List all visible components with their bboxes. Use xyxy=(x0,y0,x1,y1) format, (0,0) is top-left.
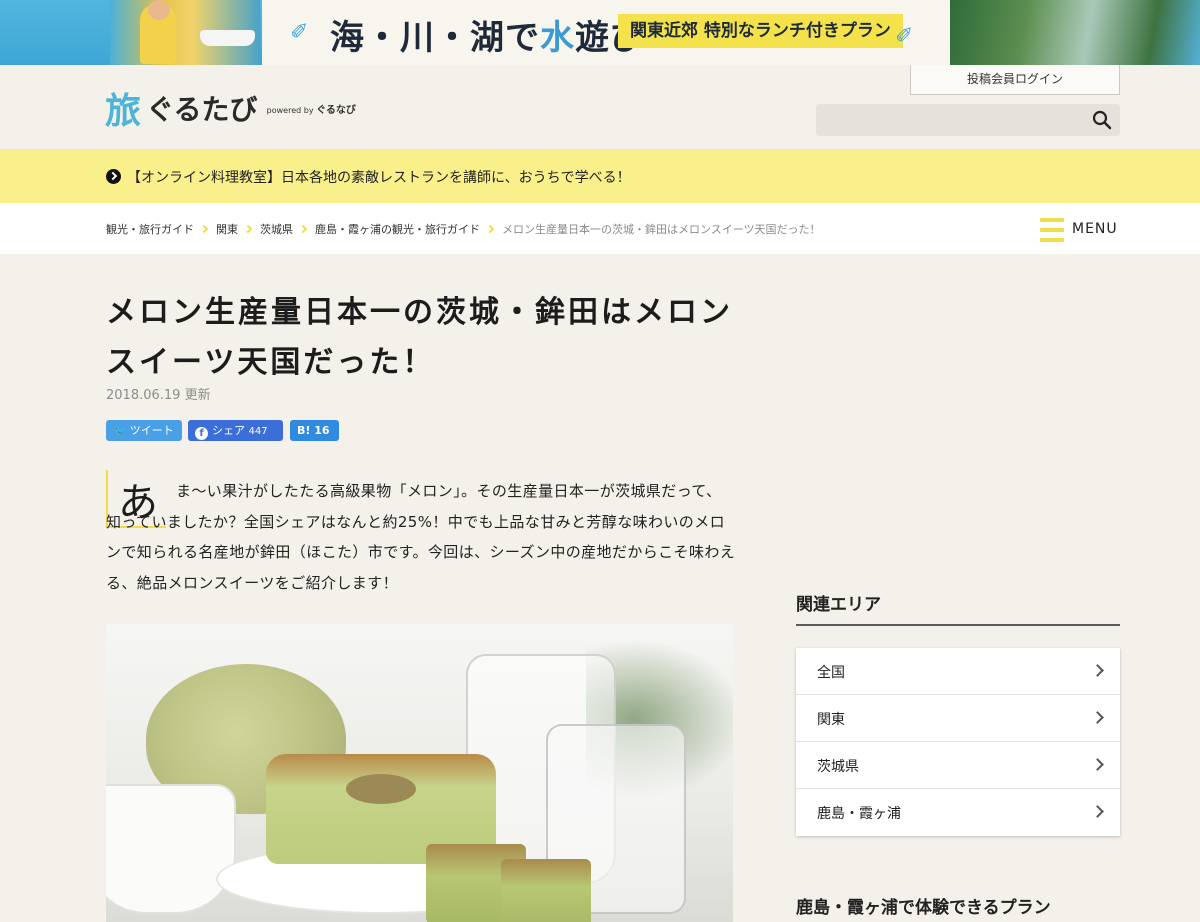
breadcrumb: 観光・旅行ガイド 関東 茨城県 鹿島・霞ヶ浦の観光・旅行ガイド メロン生産量日本一の茨城… xyxy=(106,221,821,237)
logo-powered-by: powered by ぐるなび xyxy=(266,104,356,116)
chevron-right-icon xyxy=(1091,711,1104,724)
fish-icon: ✐ xyxy=(895,24,914,49)
facebook-share-button[interactable]: f シェア 447 xyxy=(188,420,283,441)
area-label: 関東 xyxy=(817,712,845,728)
search-box[interactable] xyxy=(816,104,1120,136)
plans-heading: 鹿島・霞ヶ浦で体験できるプラン xyxy=(796,898,1051,918)
logo-kana: ぐるたび xyxy=(146,93,258,126)
search-input[interactable] xyxy=(826,108,1086,132)
notice-link[interactable]: 【オンライン料理教室】日本各地の素敵レストランを講師に、おうちで学べる！ xyxy=(127,167,631,187)
hatena-bookmark-button[interactable]: B! 16 xyxy=(290,420,339,441)
breadcrumb-item[interactable]: 観光・旅行ガイド xyxy=(106,221,194,237)
chevron-right-icon xyxy=(298,224,308,234)
banner-photo-left xyxy=(110,0,260,65)
search-icon[interactable] xyxy=(1092,110,1112,130)
article-photo xyxy=(106,624,733,922)
site-logo[interactable]: 旅 ぐるたび powered by ぐるなび xyxy=(105,82,356,132)
ad-banner[interactable]: ✐ 海・川・湖で水遊び 関東近郊 特別なランチ付きプラン ✐ xyxy=(0,0,1200,65)
related-area-heading: 関連エリア xyxy=(796,595,881,615)
facebook-icon: f xyxy=(195,427,208,440)
breadcrumb-current: メロン生産量日本一の茨城・鉾田はメロンスイーツ天国だった！ xyxy=(502,223,821,236)
banner-title: 海・川・湖で水遊び xyxy=(330,18,645,58)
logo-kanji: 旅 xyxy=(105,90,142,132)
member-login-button[interactable]: 投稿会員ログイン xyxy=(910,65,1120,95)
fish-icon: ✐ xyxy=(290,20,309,45)
article-intro: ま〜い果汁がしたたる高級果物「メロン」。その生産量日本一が茨城県だって、知ってい… xyxy=(106,482,736,592)
twitter-icon: 🐦 xyxy=(113,424,127,437)
banner-badge: 関東近郊 特別なランチ付きプラン xyxy=(618,14,903,48)
area-item[interactable]: 鹿島・霞ヶ浦 xyxy=(796,789,1120,836)
breadcrumb-item[interactable]: 関東 xyxy=(216,221,238,237)
arrow-circle-icon xyxy=(106,169,121,184)
divider xyxy=(796,624,1120,626)
area-item[interactable]: 茨城県 xyxy=(796,742,1120,789)
area-item[interactable]: 関東 xyxy=(796,695,1120,742)
article-title: メロン生産量日本一の茨城・鉾田はメロンスイーツ天国だった！ xyxy=(106,295,733,380)
breadcrumb-item[interactable]: 茨城県 xyxy=(260,221,293,237)
tweet-button[interactable]: 🐦 ツイート xyxy=(106,420,182,441)
menu-label: MENU xyxy=(1072,221,1118,237)
area-label: 全国 xyxy=(817,665,845,681)
chevron-right-icon xyxy=(1091,805,1104,818)
menu-button[interactable]: MENU xyxy=(1040,218,1120,242)
area-label: 鹿島・霞ヶ浦 xyxy=(817,806,901,822)
chevron-right-icon xyxy=(199,224,209,234)
banner-photo-right xyxy=(950,0,1200,65)
chevron-right-icon xyxy=(485,224,495,234)
chevron-right-icon xyxy=(1091,664,1104,677)
area-item[interactable]: 全国 xyxy=(796,648,1120,695)
hamburger-icon xyxy=(1040,218,1064,242)
article-date: 2018.06.19 更新 xyxy=(106,388,211,403)
chevron-right-icon xyxy=(1091,758,1104,771)
related-area-list: 全国 関東 茨城県 鹿島・霞ヶ浦 xyxy=(796,648,1120,836)
chevron-right-icon xyxy=(243,224,253,234)
area-label: 茨城県 xyxy=(817,759,859,775)
breadcrumb-item[interactable]: 鹿島・霞ヶ浦の観光・旅行ガイド xyxy=(315,221,480,237)
